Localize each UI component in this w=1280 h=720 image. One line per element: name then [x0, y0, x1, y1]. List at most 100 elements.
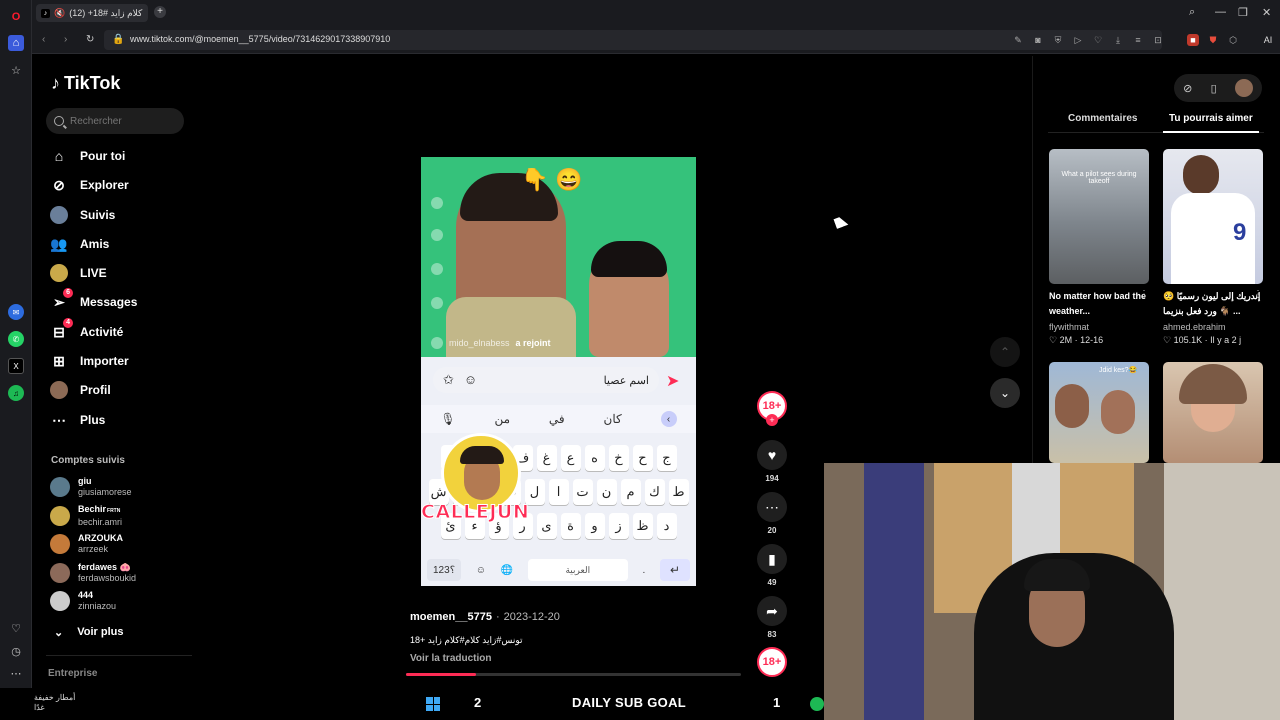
- history-icon[interactable]: ◷: [8, 643, 24, 659]
- more-dots-icon[interactable]: ⋯: [8, 665, 24, 681]
- play-icon[interactable]: ▷: [1072, 34, 1084, 46]
- period-key: .: [642, 564, 646, 576]
- keyboard-key: ا: [548, 479, 569, 505]
- nav-item-explore[interactable]: ⊘ Explorer: [50, 174, 129, 196]
- entreprise-link[interactable]: Entreprise: [48, 668, 97, 679]
- forward-icon[interactable]: ›: [64, 34, 67, 45]
- card-title[interactable]: 🥺 إندريك إلى ليون رسميًا ورد فعل بنزيما …: [1163, 289, 1263, 319]
- nav-item-live[interactable]: LIVE: [50, 262, 107, 284]
- author-name[interactable]: moemen__5775: [410, 611, 492, 623]
- key-123: ؟123: [427, 559, 461, 581]
- translate-link[interactable]: Voir la traduction: [410, 653, 492, 664]
- ai-button[interactable]: AI: [1258, 34, 1278, 46]
- nav-item-for-you[interactable]: ⌂ Pour toi: [50, 145, 126, 167]
- search-input[interactable]: [70, 115, 170, 127]
- weather-subtext: غدًا: [34, 703, 45, 712]
- compass-icon[interactable]: ⊘: [1183, 82, 1192, 95]
- cube-icon[interactable]: ⬡: [1227, 34, 1239, 46]
- speaker-icon[interactable]: 🔇: [54, 8, 65, 19]
- whatsapp-icon[interactable]: ✆: [8, 331, 24, 347]
- phone-icon[interactable]: ▯: [1211, 82, 1217, 95]
- lock-icon[interactable]: 🔒: [112, 34, 124, 45]
- nav-item-profile[interactable]: Profil: [50, 379, 111, 401]
- home-icon[interactable]: ⌂: [8, 35, 24, 51]
- heart-icon[interactable]: ♡: [8, 620, 24, 636]
- card-more-icon[interactable]: ⋮: [1139, 289, 1149, 300]
- card-author[interactable]: flywithmat: [1049, 322, 1089, 332]
- tab-comments[interactable]: Commentaires: [1068, 113, 1137, 124]
- nav-item-messages[interactable]: ➢ 6 Messages: [50, 288, 137, 313]
- sound-disc[interactable]: 18+: [757, 647, 787, 677]
- save-button[interactable]: ▮ 49: [757, 544, 787, 587]
- tab-you-may-like[interactable]: Tu pourrais aimer: [1169, 113, 1253, 124]
- opera-logo-icon[interactable]: O: [8, 9, 24, 25]
- card-author[interactable]: ahmed.ebrahim: [1163, 322, 1226, 332]
- minimize-button[interactable]: —: [1215, 6, 1226, 18]
- next-video-button[interactable]: ⌄: [990, 378, 1020, 408]
- reload-icon[interactable]: ↻: [86, 34, 94, 45]
- chevron-down-icon: ⌄: [999, 386, 1011, 400]
- like-button[interactable]: ♥ 194: [757, 440, 787, 483]
- nav-item-activity[interactable]: ⊟ 4 Activité: [50, 318, 123, 343]
- favorite-heart-icon[interactable]: ♡: [1092, 34, 1104, 46]
- video-thumbnail[interactable]: 9: [1163, 149, 1263, 284]
- extension-icon[interactable]: ■: [1187, 34, 1199, 46]
- bookmark-star-icon[interactable]: ☆: [8, 62, 24, 78]
- activity-badge: 4: [63, 318, 73, 328]
- video-thumbnail[interactable]: Jdid kes?😂: [1049, 362, 1149, 463]
- following-account[interactable]: giu giusiamorese: [50, 476, 132, 498]
- camera-icon[interactable]: ◙: [1032, 34, 1044, 46]
- new-tab-button[interactable]: +: [154, 6, 166, 18]
- compass-icon: ⊘: [53, 176, 65, 193]
- video-thumbnail[interactable]: What a pilot sees during takeoff: [1049, 149, 1149, 284]
- url-text[interactable]: www.tiktok.com/@moemen__5775/video/73146…: [130, 34, 390, 44]
- nav-item-upload[interactable]: ⊞ Importer: [50, 350, 129, 372]
- video-player[interactable]: 👇 😄 mido_elnabess a rejoint ✩ ☺ اسم عصيا ➤…: [421, 157, 696, 586]
- back-icon[interactable]: ‹: [42, 34, 45, 45]
- messenger-icon[interactable]: ✉: [8, 304, 24, 320]
- bookmark-icon: ▮: [757, 544, 787, 574]
- card-title[interactable]: No matter how bad the weather...: [1049, 289, 1149, 319]
- live-chat-line: [431, 197, 443, 209]
- video-progress-bar[interactable]: [406, 673, 741, 676]
- share-button[interactable]: ➦ 83: [757, 596, 787, 639]
- search-tabs-icon[interactable]: ⌕: [1189, 6, 1195, 19]
- download-icon[interactable]: ⤓: [1112, 34, 1124, 46]
- following-account[interactable]: ferdawes 🐽 ferdawsboukid: [50, 562, 136, 584]
- nav-item-friends[interactable]: 👥 Amis: [50, 233, 109, 255]
- account-handle: ferdawsboukid: [78, 573, 137, 583]
- spotify-icon[interactable]: ♫: [8, 385, 24, 401]
- menu-icon[interactable]: ≡: [1132, 34, 1144, 46]
- goal-target: 1: [773, 695, 781, 710]
- card-date: 12-16: [1080, 335, 1104, 345]
- following-account[interactable]: BechirFRTN bechir.amri: [50, 504, 122, 528]
- chevron-down-icon: ⌄: [54, 626, 64, 639]
- nav-item-following[interactable]: Suivis: [50, 204, 115, 226]
- following-account[interactable]: 444 zinniazou: [50, 590, 116, 612]
- nav-label: Pour toi: [80, 149, 126, 163]
- maximize-button[interactable]: ❐: [1238, 6, 1248, 19]
- keyboard-key: ك: [644, 479, 665, 505]
- ublock-icon[interactable]: ⛊: [1207, 34, 1219, 46]
- search-box[interactable]: [46, 108, 184, 134]
- browser-tab[interactable]: ♪ 🔇 كلام زايد #18+ (12): [36, 4, 148, 22]
- card-more-icon[interactable]: ⋮: [1253, 289, 1263, 300]
- chevron-left-icon: ‹: [660, 411, 677, 427]
- wallet-icon[interactable]: ⊡: [1152, 34, 1164, 46]
- my-avatar[interactable]: [1234, 79, 1253, 97]
- comment-button[interactable]: ⋯ 20: [757, 492, 787, 535]
- nav-item-more[interactable]: ⋯ Plus: [50, 409, 105, 431]
- video-thumbnail[interactable]: [1163, 362, 1263, 463]
- close-window-button[interactable]: ✕: [1262, 6, 1271, 19]
- see-more-button[interactable]: ⌄ Voir plus: [54, 621, 123, 643]
- previous-video-button[interactable]: ⌃: [990, 337, 1020, 367]
- friends-icon: 👥: [50, 235, 68, 252]
- following-account[interactable]: ARZOUKA arrzeek: [50, 533, 123, 555]
- weather-text: أمطار خفيفة: [34, 693, 76, 702]
- shield-icon[interactable]: ⛨: [1052, 34, 1064, 46]
- tiktok-logo[interactable]: ♪ TikTok: [51, 73, 120, 94]
- x-twitter-icon[interactable]: X: [8, 358, 24, 374]
- follow-plus-icon[interactable]: +: [766, 414, 778, 426]
- edit-icon[interactable]: ✎: [1012, 34, 1024, 46]
- share-count: 83: [767, 630, 777, 639]
